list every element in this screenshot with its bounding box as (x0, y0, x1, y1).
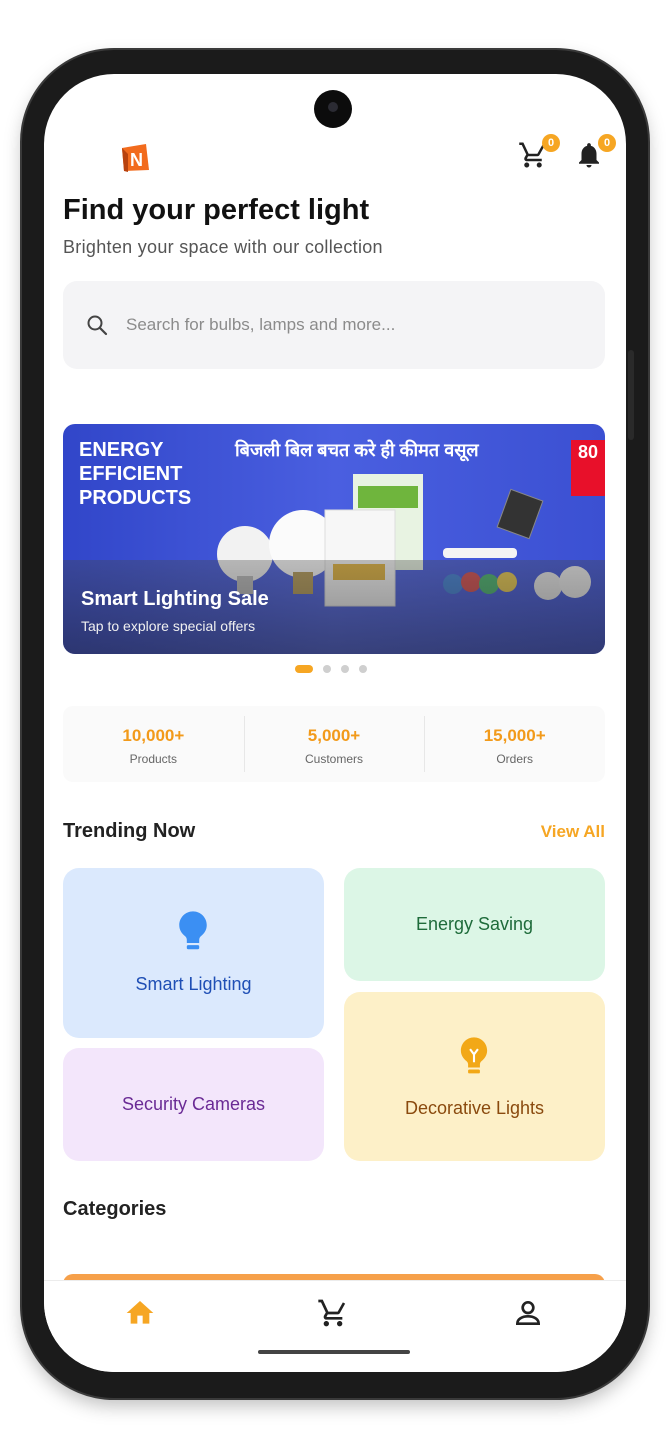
banner-title: Smart Lighting Sale (81, 588, 269, 610)
banner-subtitle: Tap to explore special offers (81, 618, 256, 634)
card-label: Energy Saving (415, 914, 534, 934)
carousel-dot[interactable] (341, 665, 349, 673)
stat-orders: 15,000+ Orders (424, 706, 605, 782)
lightbulb-icon (460, 1037, 488, 1074)
stat-value: 10,000+ (122, 726, 185, 745)
logo-letter: N (130, 150, 143, 170)
category-card-energy-saving[interactable]: Energy Saving (344, 868, 605, 981)
cart-badge: 0 (542, 134, 560, 152)
banner-hindi-text: बिजली बिल बचत करे ही कीमत वसूल (235, 440, 479, 460)
app-logo: N (122, 144, 149, 172)
profile-icon[interactable] (512, 1297, 544, 1329)
lightbulb-icon (179, 911, 207, 950)
categories-title: Categories (63, 1198, 167, 1220)
home-icon[interactable] (124, 1297, 156, 1329)
stat-label: Products (129, 752, 178, 766)
app-screen: N 0 0 Find your perfect light Brighten y… (44, 74, 626, 1372)
search-icon (87, 315, 108, 336)
page-subtitle: Brighten your space with our collection (63, 237, 383, 257)
stat-products: 10,000+ Products (63, 706, 244, 782)
search-input[interactable]: Search for bulbs, lamps and more... (126, 315, 395, 335)
banner-headline-line: ENERGY (79, 439, 164, 461)
search-bar[interactable]: Search for bulbs, lamps and more... (63, 281, 605, 369)
category-card-decorative-lights[interactable]: Decorative Lights (344, 992, 605, 1161)
stat-customers: 5,000+ Customers (243, 706, 425, 782)
stat-label: Customers (305, 752, 364, 766)
banner-headline-line: EFFICIENT (79, 463, 183, 485)
trending-title: Trending Now (63, 820, 196, 842)
stat-label: Orders (496, 752, 534, 766)
carousel-dot[interactable] (359, 665, 367, 673)
front-camera (314, 90, 352, 128)
view-all-link[interactable]: View All (541, 822, 605, 842)
notifications-button[interactable]: 0 (574, 134, 616, 174)
card-label: Smart Lighting (135, 974, 252, 994)
promo-banner[interactable]: ENERGY EFFICIENT PRODUCTS बिजली बिल बचत … (63, 424, 605, 654)
carousel-dot[interactable] (295, 665, 313, 673)
stat-value: 5,000+ (307, 726, 361, 745)
card-label: Decorative Lights (404, 1098, 545, 1118)
carousel-indicator (295, 664, 367, 674)
banner-headline-line: PRODUCTS (79, 487, 192, 509)
notif-badge: 0 (598, 134, 616, 152)
home-indicator (258, 1350, 410, 1354)
banner-headline: ENERGY EFFICIENT PRODUCTS (79, 438, 191, 510)
card-label: Security Cameras (121, 1094, 266, 1114)
carousel-dot[interactable] (323, 665, 331, 673)
cart-icon[interactable] (317, 1297, 349, 1329)
page-title: Find your perfect light (63, 194, 370, 226)
stat-value: 15,000+ (483, 726, 546, 745)
bottom-navigation (44, 1280, 626, 1372)
volume-button (628, 350, 634, 440)
stats-panel: 10,000+ Products 5,000+ Customers 15,000… (63, 706, 605, 782)
category-card-security-cameras[interactable]: Security Cameras (63, 1048, 324, 1161)
cart-button[interactable]: 0 (518, 134, 560, 174)
category-card-smart-lighting[interactable]: Smart Lighting (63, 868, 324, 1038)
